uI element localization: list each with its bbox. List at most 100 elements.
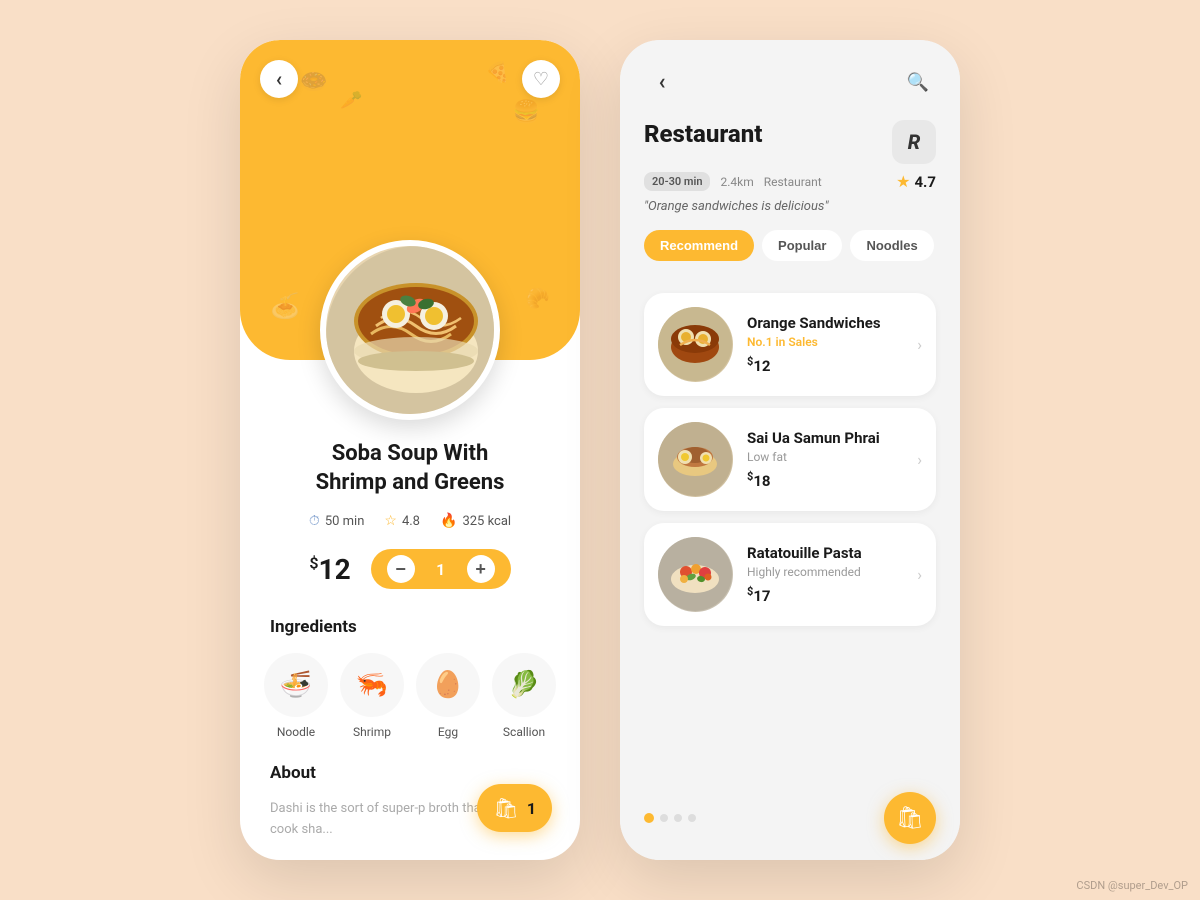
ingredient-scallion: 🥬 Scallion (492, 653, 556, 739)
tab-noodles[interactable]: Noodles (850, 230, 933, 261)
egg-label: Egg (438, 725, 458, 739)
item-3-price: $17 (747, 585, 903, 605)
ingredient-shrimp: 🦐 Shrimp (340, 653, 404, 739)
restaurant-type: Restaurant (764, 175, 822, 189)
cart-icon: 🛍 (493, 796, 518, 820)
search-icon: 🔍 (907, 72, 929, 93)
nav-back-button[interactable]: ‹ (644, 64, 680, 100)
noodle-label: Noodle (277, 725, 315, 739)
deco-icon-1: 🍩 (300, 70, 327, 95)
dish-meta: ⏱ 50 min ☆ 4.8 🔥 325 kcal (309, 513, 511, 529)
detail-card: 🍩 🥕 🍕 🍔 🍝 🥐 ‹ ♡ (240, 40, 580, 860)
restaurant-title-row: Restaurant R (644, 120, 936, 164)
favorite-button[interactable]: ♡ (522, 60, 560, 98)
restaurant-info-row: 20-30 min 2.4km Restaurant ★ 4.7 (644, 172, 936, 191)
restaurant-name: Restaurant (644, 120, 762, 148)
scallion-icon: 🥬 (492, 653, 556, 717)
time-icon: ⏱ (309, 513, 320, 529)
scallion-label: Scallion (503, 725, 545, 739)
increase-button[interactable]: + (467, 555, 495, 583)
item-2-name: Sai Ua Samun Phrai (747, 429, 903, 447)
decrease-button[interactable]: − (387, 555, 415, 583)
calories-meta: 🔥 325 kcal (440, 513, 511, 529)
chevron-icon-2[interactable]: › (917, 450, 922, 469)
menu-item-orange-sandwiches[interactable]: Orange Sandwiches No.1 in Sales $12 › (644, 293, 936, 396)
rating-star-icon: ★ (896, 172, 910, 191)
back-button[interactable]: ‹ (260, 60, 298, 98)
rating-value: 4.8 (402, 514, 420, 529)
item-1-sub: No.1 in Sales (747, 335, 903, 349)
food-image (320, 240, 500, 420)
ingredient-egg: 🥚 Egg (416, 653, 480, 739)
currency-symbol: $ (309, 553, 318, 572)
dish-title: Soba Soup WithShrimp and Greens (316, 440, 505, 497)
tab-popular[interactable]: Popular (762, 230, 842, 261)
item-1-info: Orange Sandwiches No.1 in Sales $12 (747, 314, 903, 375)
cart-badge[interactable]: 🛍 1 (477, 784, 552, 832)
item-1-price: $12 (747, 355, 903, 375)
page-indicators (644, 813, 696, 823)
noodle-icon: 🍜 (264, 653, 328, 717)
food-image-1 (658, 307, 733, 382)
item-2-sub: Low fat (747, 450, 903, 464)
time-value: 50 min (325, 514, 365, 529)
menu-item-sai-ua[interactable]: Sai Ua Samun Phrai Low fat $18 › (644, 408, 936, 511)
cart-count: 1 (527, 799, 536, 818)
watermark: CSDN @super_Dev_OP (1076, 879, 1188, 892)
top-nav: ‹ 🔍 (644, 64, 936, 100)
food-image-2 (658, 422, 733, 497)
fire-icon: 🔥 (440, 513, 457, 529)
price-qty-row: $12 − 1 + (270, 549, 550, 589)
chevron-icon-1[interactable]: › (917, 335, 922, 354)
restaurant-logo: R (892, 120, 936, 164)
nav-back-icon: ‹ (659, 70, 666, 95)
deco-icon-3: 🍕 (485, 60, 510, 84)
rating-value: 4.7 (914, 173, 936, 191)
star-icon: ☆ (384, 513, 397, 529)
item-2-price: $18 (747, 470, 903, 490)
shrimp-label: Shrimp (353, 725, 391, 739)
cart-fab-button[interactable]: 🛍 (884, 792, 936, 844)
deco-icon-5: 🍝 (270, 292, 300, 320)
dot-2 (660, 814, 668, 822)
egg-icon: 🥚 (416, 653, 480, 717)
shrimp-icon: 🦐 (340, 653, 404, 717)
restaurant-header: ‹ 🔍 Restaurant R 20-30 min 2.4km Restaur… (620, 40, 960, 281)
category-tabs: Recommend Popular Noodles Pizz (644, 230, 936, 261)
quantity-control: − 1 + (371, 549, 511, 589)
quantity-display: 1 (431, 560, 451, 579)
item-3-name: Ratatouille Pasta (747, 544, 903, 562)
nav-search-button[interactable]: 🔍 (900, 64, 936, 100)
back-icon: ‹ (276, 67, 282, 91)
ingredient-noodle: 🍜 Noodle (264, 653, 328, 739)
distance-text: 2.4km (720, 175, 753, 189)
restaurant-card: ‹ 🔍 Restaurant R 20-30 min 2.4km Restaur… (620, 40, 960, 860)
heart-icon: ♡ (533, 69, 549, 90)
cart-fab-icon: 🛍 (896, 806, 924, 831)
price-value: 12 (319, 553, 351, 586)
ingredients-title: Ingredients (270, 617, 550, 637)
delivery-time-badge: 20-30 min (644, 172, 710, 191)
time-meta: ⏱ 50 min (309, 513, 365, 529)
price-display: $12 (309, 553, 350, 586)
rating-group: ★ 4.7 (896, 172, 936, 191)
main-container: 🍩 🥕 🍕 🍔 🍝 🥐 ‹ ♡ (240, 40, 960, 860)
menu-list: Orange Sandwiches No.1 in Sales $12 › (620, 281, 960, 776)
deco-icon-6: 🥐 (525, 286, 550, 310)
restaurant-footer: 🛍 (620, 776, 960, 860)
food-image-3 (658, 537, 733, 612)
ingredients-list: 🍜 Noodle 🦐 Shrimp 🥚 Egg 🥬 Scallion (264, 653, 556, 739)
chevron-icon-3[interactable]: › (917, 565, 922, 584)
item-3-info: Ratatouille Pasta Highly recommended $17 (747, 544, 903, 605)
about-title: About (270, 763, 550, 783)
menu-item-ratatouille[interactable]: Ratatouille Pasta Highly recommended $17… (644, 523, 936, 626)
card-header: 🍩 🥕 🍕 🍔 🍝 🥐 ‹ ♡ (240, 40, 580, 360)
item-1-name: Orange Sandwiches (747, 314, 903, 332)
rating-meta: ☆ 4.8 (384, 513, 420, 529)
review-quote: "Orange sandwiches is delicious" (644, 199, 936, 214)
deco-icon-4: 🍔 (513, 100, 540, 125)
dot-1 (644, 813, 654, 823)
item-2-info: Sai Ua Samun Phrai Low fat $18 (747, 429, 903, 490)
dot-4 (688, 814, 696, 822)
tab-recommend[interactable]: Recommend (644, 230, 754, 261)
